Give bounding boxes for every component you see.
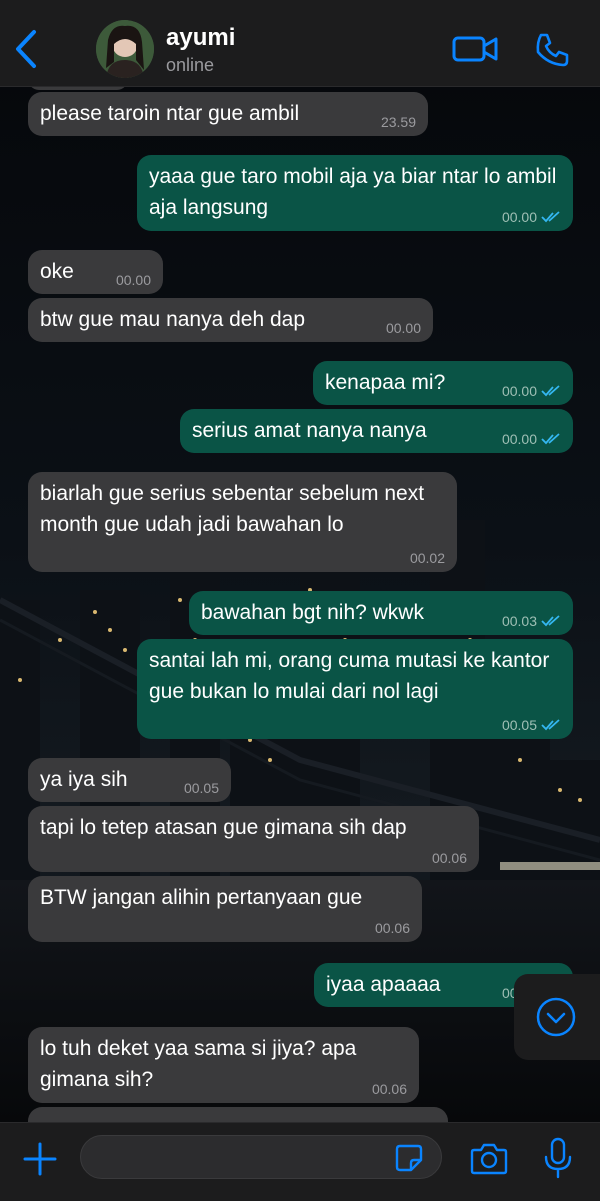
message-bubble[interactable]: kenapaa mi? 00.00 <box>313 361 573 405</box>
message-bubble-partial <box>28 1107 448 1122</box>
message-bubble[interactable]: BTW jangan alihin pertanyaan gue 00.06 <box>28 876 422 942</box>
message-text: kenapaa mi? <box>325 371 446 394</box>
message-text: iyaa apaaaa <box>326 973 441 996</box>
message-text: lo tuh deket yaa sama si jiya? apa giman… <box>40 1037 357 1091</box>
message-bubble[interactable]: bawahan bgt nih? wkwk 00.03 <box>189 591 573 635</box>
message-bubble[interactable]: lo tuh deket yaa sama si jiya? apa giman… <box>28 1027 419 1103</box>
message-time: 23.59 <box>380 114 416 130</box>
read-receipt-icon <box>541 615 560 627</box>
message-input[interactable] <box>80 1135 442 1179</box>
contact-name[interactable]: ayumi <box>166 24 235 52</box>
microphone-icon[interactable] <box>542 1137 574 1179</box>
message-text: biarlah gue serius sebentar sebelum next… <box>40 482 425 536</box>
message-time: 00.00 <box>501 209 537 225</box>
message-bubble[interactable]: tapi lo tetep atasan gue gimana sih dap … <box>28 806 479 872</box>
message-time: 00.00 <box>115 272 151 288</box>
video-camera-icon[interactable] <box>452 34 498 64</box>
chevron-left-icon[interactable] <box>8 26 44 72</box>
message-time: 00.03 <box>501 613 537 629</box>
sticker-icon[interactable] <box>394 1143 424 1173</box>
message-list[interactable]: please taroin ntar gue ambil 23.59 yaaa … <box>0 86 600 1122</box>
message-composer <box>0 1122 600 1201</box>
message-time: 00.05 <box>501 717 537 733</box>
message-bubble[interactable]: ya iya sih 00.05 <box>28 758 231 802</box>
message-text: yaaa gue taro mobil aja ya biar ntar lo … <box>149 165 557 219</box>
message-bubble[interactable]: please taroin ntar gue ambil 23.59 <box>28 92 428 136</box>
message-time: 00.00 <box>501 383 537 399</box>
message-text: bawahan bgt nih? wkwk <box>201 601 424 624</box>
message-text: ya iya sih <box>40 768 128 791</box>
message-time: 00.05 <box>183 780 219 796</box>
message-time: 00.06 <box>371 1081 407 1097</box>
plus-icon[interactable] <box>22 1141 58 1177</box>
message-text: oke <box>40 260 74 283</box>
read-receipt-icon <box>541 433 560 445</box>
message-text: santai lah mi, orang cuma mutasi ke kant… <box>149 649 550 703</box>
phone-icon[interactable] <box>534 32 570 68</box>
message-time: 00.02 <box>409 550 445 566</box>
read-receipt-icon <box>541 385 560 397</box>
message-bubble[interactable]: santai lah mi, orang cuma mutasi ke kant… <box>137 639 573 739</box>
chevron-down-circle-icon <box>536 997 576 1037</box>
message-time: 00.00 <box>501 431 537 447</box>
avatar[interactable] <box>96 20 154 78</box>
read-receipt-icon <box>541 211 560 223</box>
camera-icon[interactable] <box>470 1141 508 1175</box>
contact-status: online <box>166 55 215 75</box>
message-text: btw gue mau nanya deh dap <box>40 308 306 331</box>
message-bubble[interactable]: biarlah gue serius sebentar sebelum next… <box>28 472 457 572</box>
read-receipt-icon <box>541 719 560 731</box>
message-bubble[interactable]: btw gue mau nanya deh dap 00.00 <box>28 298 433 342</box>
message-time: 00.00 <box>385 320 421 336</box>
message-text: BTW jangan alihin pertanyaan gue <box>40 886 363 909</box>
message-text: please taroin ntar gue ambil <box>40 102 300 125</box>
chat-header: ayumi online <box>0 0 600 87</box>
message-bubble[interactable]: yaaa gue taro mobil aja ya biar ntar lo … <box>137 155 573 231</box>
message-text: serius amat nanya nanya <box>192 419 427 442</box>
message-time: 00.06 <box>374 920 410 936</box>
message-bubble[interactable]: oke 00.00 <box>28 250 163 294</box>
scroll-to-bottom-button[interactable] <box>514 974 600 1060</box>
message-time: 00.06 <box>431 850 467 866</box>
message-bubble[interactable]: serius amat nanya nanya 00.00 <box>180 409 573 453</box>
message-text: tapi lo tetep atasan gue gimana sih dap <box>40 816 407 839</box>
